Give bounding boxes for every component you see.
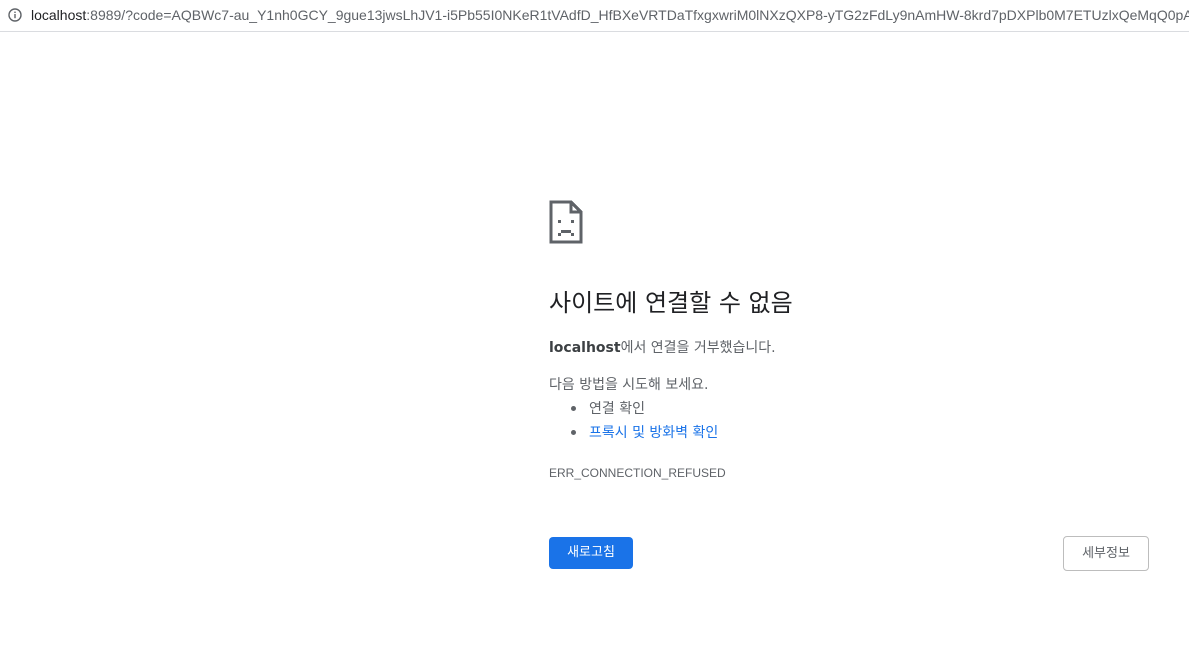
error-host: localhost (549, 340, 621, 356)
error-description-text: 에서 연결을 거부했습니다. (620, 340, 776, 356)
bullet-icon (571, 406, 576, 411)
error-description: localhost에서 연결을 거부했습니다. (549, 338, 776, 358)
info-icon[interactable] (8, 8, 22, 22)
url-path: :8989/?code=AQBWc7-au_Y1nh0GCY_9gue13jws… (86, 7, 1189, 23)
suggestions-list: 연결 확인 프록시 및 방화벽 확인 (549, 399, 718, 447)
suggestion-label: 연결 확인 (589, 401, 645, 417)
url-text[interactable]: localhost:8989/?code=AQBWc7-au_Y1nh0GCY_… (31, 7, 1189, 23)
error-code: ERR_CONNECTION_REFUSED (549, 466, 726, 480)
check-proxy-firewall-link[interactable]: 프록시 및 방화벽 확인 (589, 425, 718, 441)
bullet-icon (571, 430, 576, 435)
suggestions-intro: 다음 방법을 시도해 보세요. (549, 377, 709, 393)
error-heading: 사이트에 연결할 수 없음 (549, 289, 793, 317)
url-host: localhost (31, 7, 87, 23)
reload-button[interactable]: 새로고침 (549, 537, 633, 569)
details-button[interactable]: 세부정보 (1063, 536, 1149, 571)
address-bar[interactable]: localhost:8989/?code=AQBWc7-au_Y1nh0GCY_… (0, 0, 1189, 32)
suggestion-item-check-proxy[interactable]: 프록시 및 방화벽 확인 (549, 423, 718, 447)
suggestion-item-check-connection: 연결 확인 (549, 399, 718, 423)
sad-page-icon (549, 200, 583, 244)
